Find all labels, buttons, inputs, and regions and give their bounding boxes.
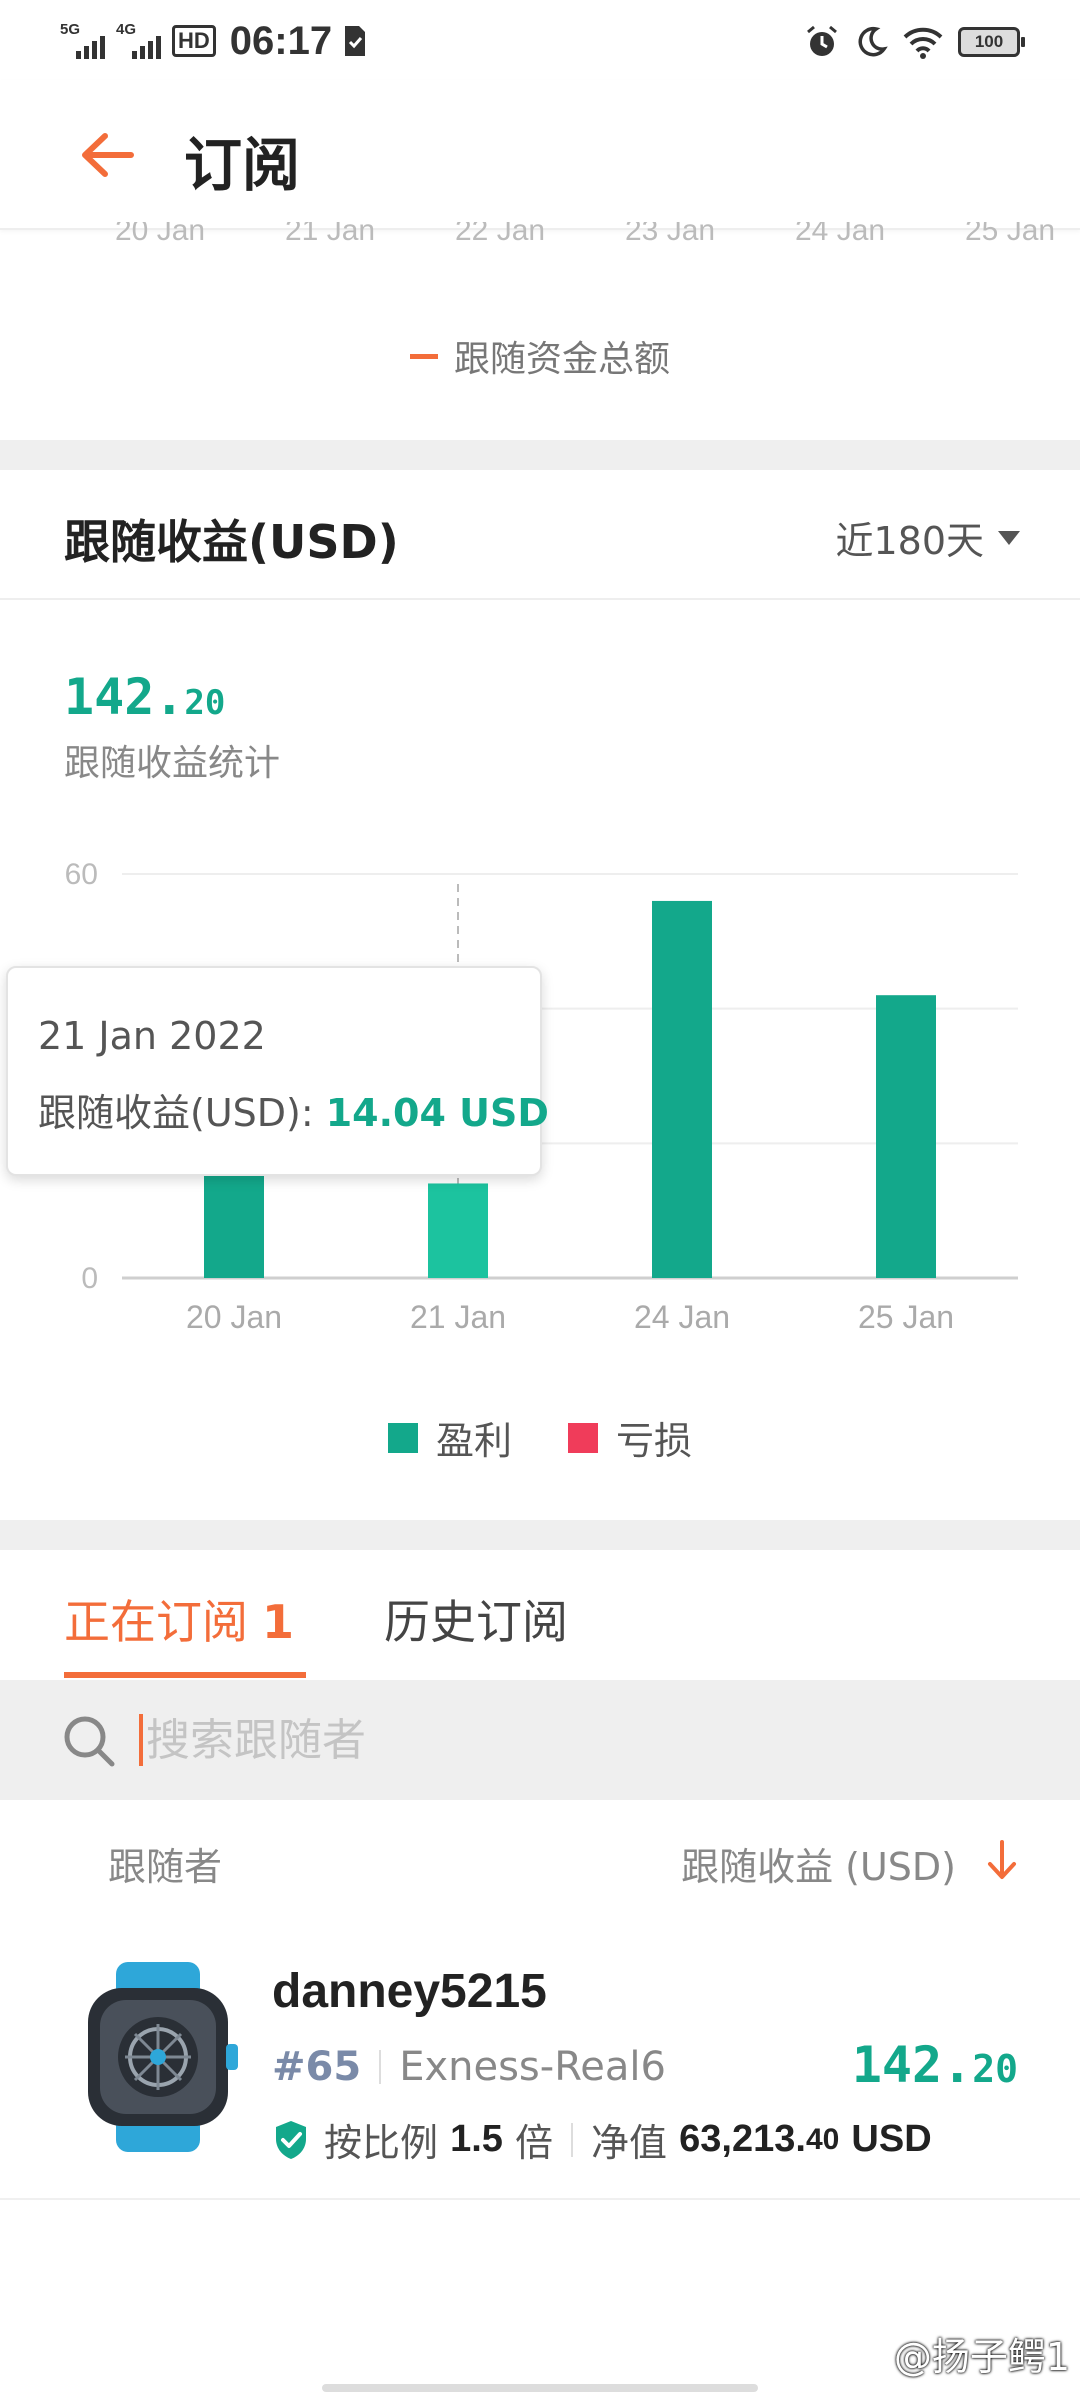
tooltip-row: 跟随收益(USD): 14.04 USD <box>38 1082 549 1137</box>
follower-details-line: 按比例 1.5 倍 净值 63,213. 40 USD <box>272 2112 932 2167</box>
status-bar: 5G 4G HD 06:17 100 <box>0 0 1080 80</box>
income-total-label: 跟随收益统计 <box>64 743 281 784</box>
ratio-unit: 倍 <box>515 2121 554 2165</box>
top-chart-legend: 跟随资金总额 <box>0 330 1080 382</box>
x-tick-label: 20 Jan <box>186 1299 282 1335</box>
sort-desc-arrow-icon[interactable] <box>984 1838 1020 1882</box>
home-indicator[interactable] <box>322 2384 758 2392</box>
follower-profit-dec: 20 <box>972 2047 1018 2091</box>
search-icon <box>64 1716 115 1767</box>
follower-name[interactable]: danney5215 <box>272 1964 547 2019</box>
wifi-icon <box>903 27 943 59</box>
legend-loss-swatch <box>568 1422 598 1453</box>
legend-profit[interactable]: 盈利 <box>387 1410 512 1465</box>
ratio-label: 按比例 <box>324 2121 439 2165</box>
status-time: 06:17 <box>229 18 333 63</box>
battery-icon: 100 <box>958 27 1025 57</box>
tooltip-date: 21 Jan 2022 <box>38 1014 266 1058</box>
watermark: @扬子鳄1 <box>893 2335 1070 2379</box>
section-divider <box>0 440 1080 470</box>
range-label: 近180天 <box>835 519 984 563</box>
divider <box>379 2050 382 2084</box>
top-chart-x-tick: 23 Jan <box>625 222 716 247</box>
equity-value-int: 63,213. <box>679 2118 806 2160</box>
subscription-tabs: 正在订阅 1 历史订阅 <box>0 1550 1080 1680</box>
chart-tooltip: 21 Jan 2022 跟随收益(USD): 14.04 USD <box>6 966 549 1176</box>
alarm-icon <box>807 25 837 56</box>
divider <box>571 2122 574 2157</box>
income-chart-legend: 盈利 亏损 <box>0 1410 1080 1465</box>
equity-unit: USD <box>851 2118 932 2160</box>
bar-profit-25-jan <box>876 995 936 1278</box>
legend-profit-swatch <box>387 1422 418 1453</box>
legend-loss-label: 亏损 <box>616 1419 693 1463</box>
range-selector[interactable]: 近180天 <box>835 510 1020 565</box>
avatar <box>88 1962 238 2152</box>
list-header: 跟随者 跟随收益 (USD) <box>0 1800 1080 1920</box>
back-arrow-icon <box>82 133 134 177</box>
top-chart-legend-label: 跟随资金总额 <box>453 339 670 380</box>
tooltip-value: 14.04 USD <box>325 1091 549 1135</box>
x-tick-label: 21 Jan <box>410 1299 506 1335</box>
search-bar <box>0 1680 1080 1800</box>
legend-loss[interactable]: 亏损 <box>568 1410 692 1465</box>
top-chart-x-tick: 22 Jan <box>455 222 546 247</box>
cellular-signal-icon-2: 4G <box>116 21 162 61</box>
tab-history-subscriptions[interactable]: 历史订阅 <box>384 1586 568 1652</box>
ratio-value: 1.5 <box>450 2118 503 2160</box>
follower-rank: #65 <box>272 2044 362 2090</box>
shield-check-icon <box>276 2120 306 2159</box>
top-chart-x-axis: 20 Jan 21 Jan 22 Jan 23 Jan 24 Jan 25 Ja… <box>0 222 1080 258</box>
active-tab-indicator <box>64 1672 306 1678</box>
column-income[interactable]: 跟随收益 (USD) <box>681 1836 956 1891</box>
follower-profit: 142.20 <box>852 2036 1018 2094</box>
sim-card-icon <box>345 26 366 56</box>
bar-profit-24-jan <box>652 900 712 1278</box>
tab-current-count: 1 <box>262 1595 295 1649</box>
moon-icon <box>858 26 888 57</box>
column-follower: 跟随者 <box>108 1845 223 1889</box>
cellular-signal-icon: 5G <box>60 21 106 61</box>
legend-profit-label: 盈利 <box>435 1419 512 1463</box>
equity-value-dec: 40 <box>805 2122 840 2156</box>
tab-current-label: 正在订阅 <box>64 1595 248 1649</box>
top-chart-x-tick: 20 Jan <box>115 222 206 247</box>
back-button[interactable] <box>74 122 140 188</box>
follower-account-line: #65 Exness-Real6 <box>272 2044 666 2090</box>
y-tick-label: 60 <box>65 858 98 891</box>
top-chart-x-tick: 21 Jan <box>285 222 376 247</box>
page-title: 订阅 <box>184 131 301 199</box>
y-tick-label: 0 <box>81 1262 98 1295</box>
app-header: 订阅 <box>0 80 1080 230</box>
income-section-title: 跟随收益(USD) <box>64 515 399 569</box>
x-tick-label: 25 Jan <box>858 1299 954 1335</box>
x-tick-label: 24 Jan <box>634 1299 730 1335</box>
equity-label: 净值 <box>591 2121 668 2165</box>
section-divider-2 <box>0 1520 1080 1550</box>
follower-row[interactable]: danney5215 #65 Exness-Real6 142.20 按比例 1… <box>0 1920 1080 2200</box>
follower-server: Exness-Real6 <box>399 2044 666 2090</box>
income-section-header: 跟随收益(USD) 近180天 <box>0 470 1080 600</box>
bar-profit-21-jan <box>428 1183 488 1278</box>
hd-voice-icon: HD <box>172 25 216 57</box>
legend-line-swatch <box>409 353 438 359</box>
top-chart-x-tick: 25 Jan <box>965 222 1056 247</box>
caret-down-icon <box>998 530 1020 545</box>
tab-current-subscriptions[interactable]: 正在订阅 1 <box>64 1586 294 1652</box>
search-input[interactable] <box>138 1706 1018 1774</box>
bar-profit-20-jan <box>204 1173 264 1278</box>
follower-profit-int: 142. <box>851 2036 973 2094</box>
top-chart-x-tick: 24 Jan <box>795 222 886 247</box>
tooltip-label: 跟随收益(USD): <box>38 1091 326 1135</box>
income-total-value: 142.20 <box>64 668 225 726</box>
income-total-int: 142. <box>64 668 185 726</box>
income-total-dec: 20 <box>184 683 226 723</box>
